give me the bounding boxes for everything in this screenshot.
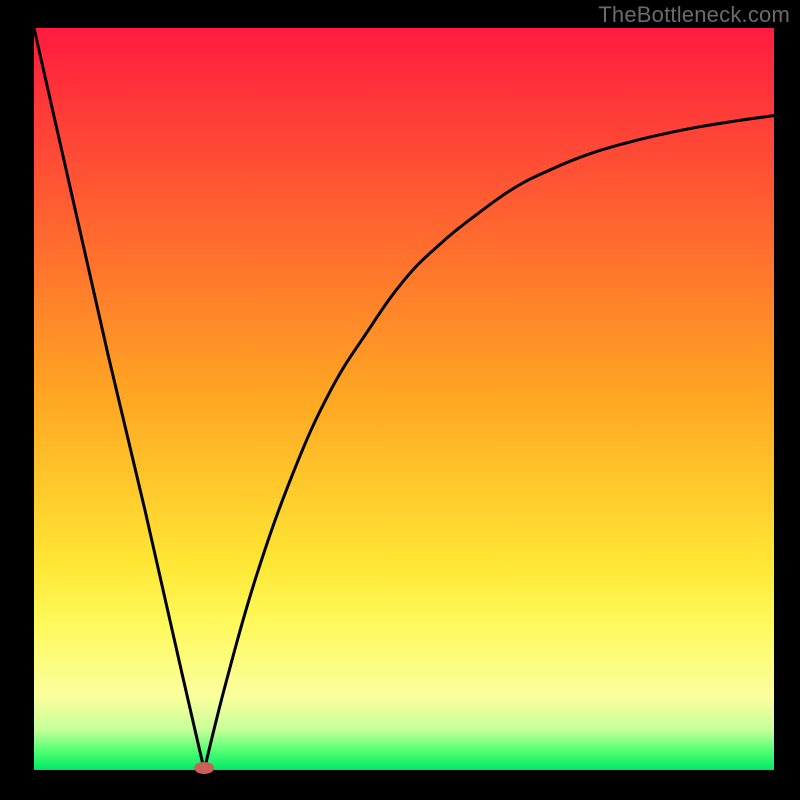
watermark-text: TheBottleneck.com [598,2,790,28]
chart-frame: TheBottleneck.com [0,0,800,800]
chart-svg [0,0,800,800]
minimum-marker [194,762,214,774]
plot-background [34,28,774,770]
